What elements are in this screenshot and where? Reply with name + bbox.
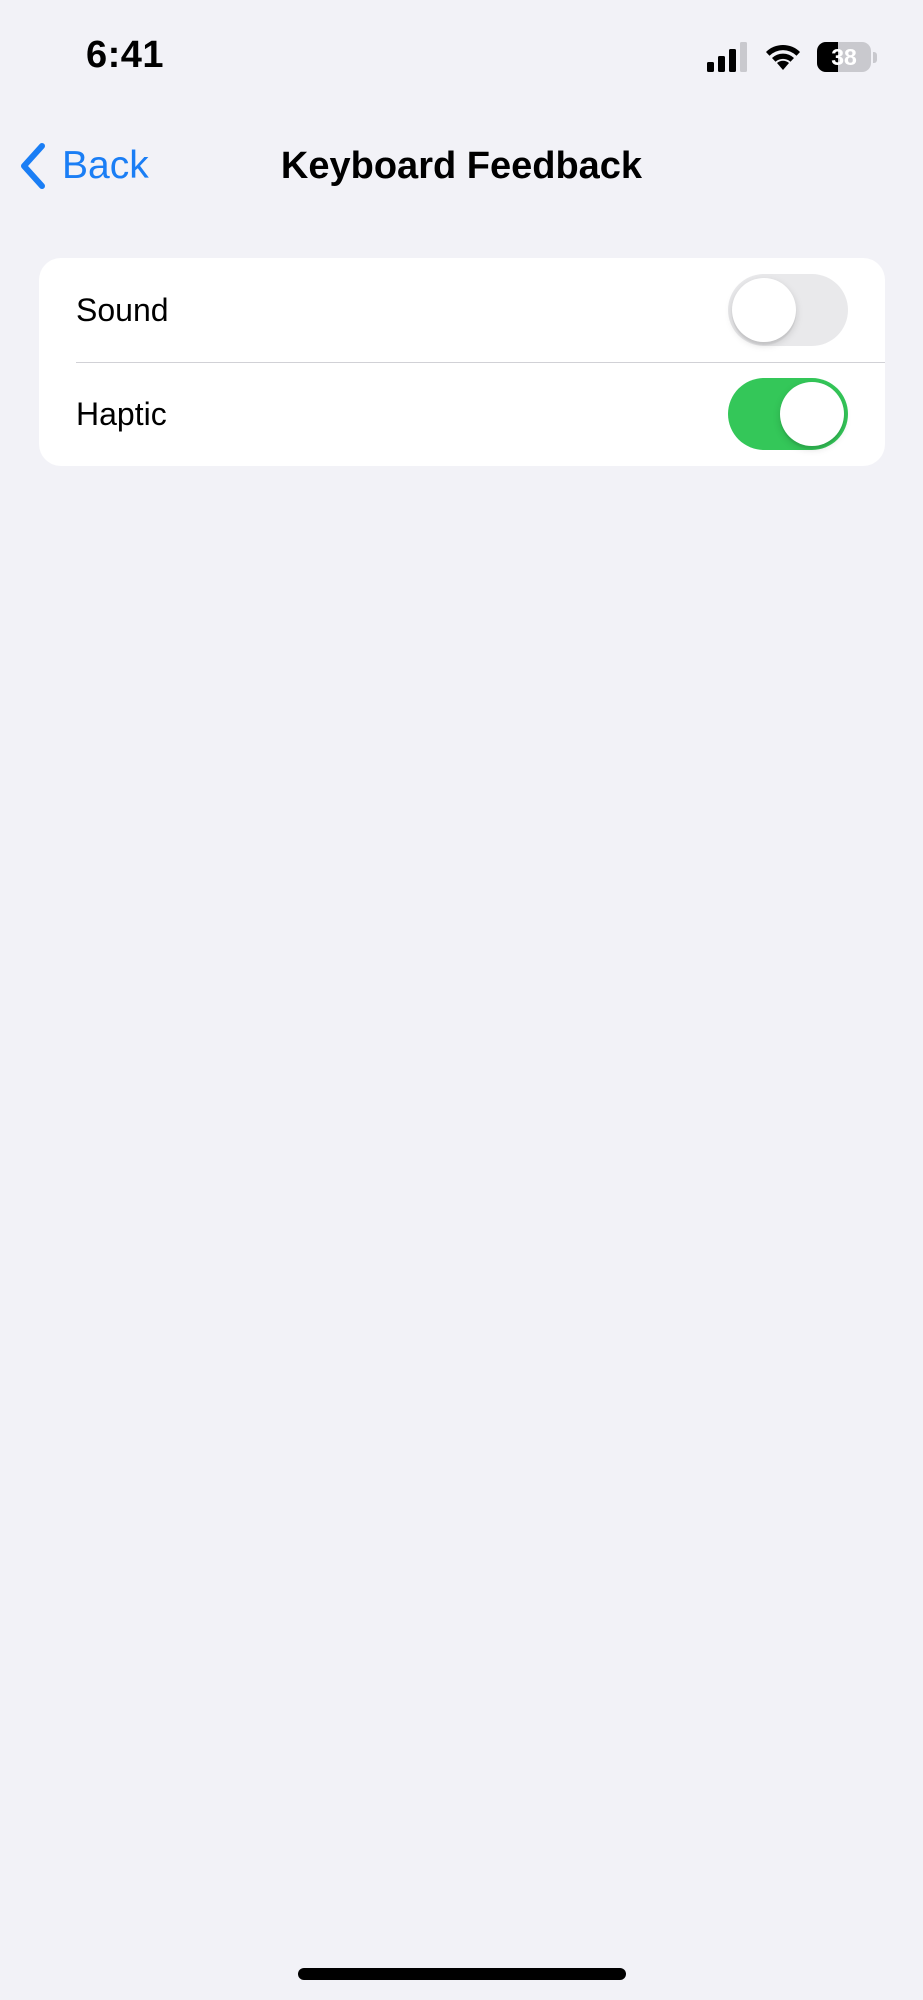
navigation-bar: Back Keyboard Feedback (0, 120, 923, 210)
haptic-toggle[interactable] (728, 378, 848, 450)
wifi-icon (766, 44, 800, 70)
status-icons: 38 (707, 42, 877, 72)
battery-level: 38 (831, 43, 857, 70)
settings-row-sound: Sound (39, 258, 885, 362)
home-indicator[interactable] (298, 1968, 626, 1980)
battery-icon: 38 (817, 42, 877, 72)
keyboard-feedback-screen: 6:41 38 Back Keyboard Feedback Sound Hap… (0, 0, 923, 2000)
status-bar: 6:41 38 (0, 0, 923, 120)
haptic-label: Haptic (76, 395, 167, 432)
status-time: 6:41 (86, 34, 165, 76)
sound-toggle[interactable] (728, 274, 848, 346)
sound-label: Sound (76, 291, 169, 328)
signal-icon (707, 42, 747, 72)
settings-row-haptic: Haptic (39, 362, 885, 466)
battery-cap (873, 51, 877, 63)
page-title: Keyboard Feedback (280, 145, 643, 187)
toggle-knob (780, 382, 844, 446)
feedback-settings-group: Sound Haptic (39, 258, 885, 466)
battery-body: 38 (817, 42, 871, 72)
toggle-knob (732, 278, 796, 342)
